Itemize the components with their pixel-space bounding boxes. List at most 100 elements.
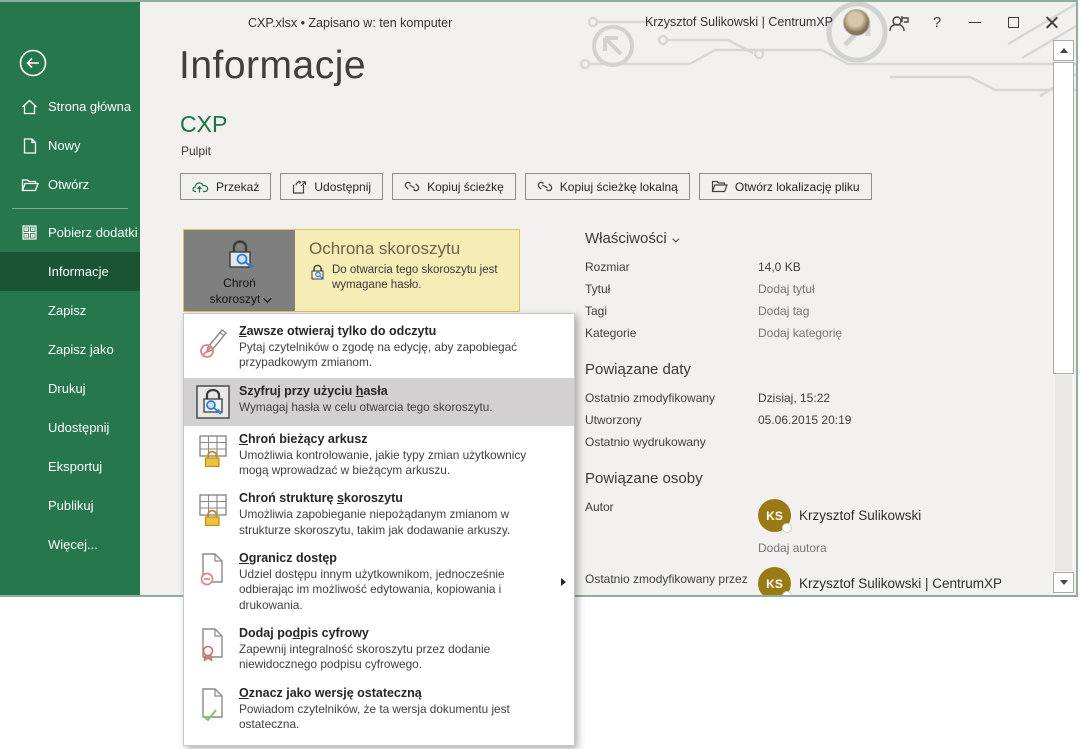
sidebar-item-zapisz[interactable]: Zapisz	[0, 291, 140, 330]
date-label: Utworzony	[585, 413, 758, 427]
menu-item-protect-workbook-structure[interactable]: Chroń strukturę skoroszytu Umożliwia zap…	[184, 485, 574, 545]
kopiuj-sciezke-lokalna-button[interactable]: Kopiuj ścieżkę lokalną	[525, 173, 690, 200]
date-value: 05.06.2015 20:19	[758, 413, 851, 427]
menu-item-description: Umożliwia zapobieganie niepożądanym zmia…	[239, 507, 555, 538]
author-avatar[interactable]: KS	[758, 499, 791, 532]
przekaz-button[interactable]: Przekaż	[180, 173, 271, 200]
chevron-down-icon	[264, 294, 272, 302]
modified-by-row: Ostatnio zmodyfikowany przez KS Krzyszto…	[585, 564, 1047, 597]
date-row: Ostatnio wydrukowany	[585, 431, 1047, 453]
presence-dot	[782, 523, 792, 533]
related-people-heading: Powiązane osoby	[585, 470, 1047, 487]
titlebar-controls: Krzysztof Sulikowski | CentrumXP ?	[645, 2, 1070, 42]
properties-heading[interactable]: Właściwości	[585, 230, 1047, 247]
submenu-arrow-icon	[561, 578, 566, 586]
mark-final-icon	[196, 686, 230, 721]
sidebar-item-nowy[interactable]: Nowy	[0, 126, 140, 165]
menu-item-description: Umożliwia kontrolowanie, jakie typy zmia…	[239, 448, 555, 479]
sidebar-item-label: Drukuj	[48, 381, 86, 396]
file-name: CXP	[180, 111, 227, 138]
menu-item-title: Dodaj podpis cyfrowy	[239, 626, 555, 640]
scroll-up-button[interactable]	[1053, 40, 1074, 61]
account-avatar-photo[interactable]	[843, 9, 870, 36]
related-dates-heading: Powiązane daty	[585, 361, 1047, 378]
scroll-up-icon	[1060, 48, 1068, 53]
share-contact-button[interactable]	[880, 8, 918, 36]
add-tag-field[interactable]: Dodaj tag	[758, 304, 809, 318]
protection-status: Ochrona skoroszytu Do otwarcia tego skor…	[295, 230, 519, 311]
protection-status-text: Do otwarcia tego skoroszytu jest wymagan…	[332, 263, 509, 293]
sidebar-item-label: Otwórz	[48, 177, 89, 192]
modified-by-label: Ostatnio zmodyfikowany przez	[585, 564, 758, 586]
button-label: Kopiuj ścieżkę	[427, 180, 504, 194]
sidebar-item-pobierz-dodatki[interactable]: Pobierz dodatki	[0, 213, 140, 252]
menu-item-protect-current-sheet[interactable]: Chroń bieżący arkusz Umożliwia kontrolow…	[184, 426, 574, 486]
share-contact-icon	[888, 13, 910, 32]
protect-sheet-icon	[196, 432, 230, 467]
author-name[interactable]: Krzysztof Sulikowski	[799, 508, 921, 523]
vertical-scrollbar[interactable]	[1053, 40, 1074, 595]
modified-by-person[interactable]: KS Krzysztof Sulikowski | CentrumXP	[758, 567, 1002, 597]
chron-skoroszyt-button[interactable]: Chroń skoroszyt	[184, 230, 295, 311]
modified-by-avatar[interactable]: KS	[758, 567, 791, 597]
file-actions-toolbar: Przekaż Udostępnij Kopiuj ścieżkę Kopiuj…	[180, 173, 872, 200]
sidebar-item-publikuj[interactable]: Publikuj	[0, 486, 140, 525]
sidebar-item-wiecej[interactable]: Więcej...	[0, 525, 140, 564]
scrollbar-track[interactable]	[1055, 375, 1072, 571]
add-category-field[interactable]: Dodaj kategorię	[758, 326, 842, 340]
share-icon	[292, 180, 307, 194]
menu-item-restrict-access[interactable]: Ogranicz dostęp Udziel dostępu innym uży…	[184, 545, 574, 620]
sidebar-item-udostepnij[interactable]: Udostępnij	[0, 408, 140, 447]
chron-skoroszyt-label: Chroń skoroszyt	[210, 276, 270, 307]
link-icon	[537, 181, 553, 192]
scrollbar-thumb[interactable]	[1053, 62, 1074, 374]
menu-item-mark-as-final[interactable]: Oznacz jako wersję ostateczną Powiadom c…	[184, 680, 574, 740]
presence-dot	[782, 591, 792, 597]
maximize-button[interactable]	[994, 8, 1032, 36]
sidebar-item-zapisz-jako[interactable]: Zapisz jako	[0, 330, 140, 369]
sidebar-divider	[12, 208, 128, 209]
menu-item-description: Wymagaj hasła w celu otwarcia tego skoro…	[239, 400, 555, 415]
otworz-lokalizacje-pliku-button[interactable]: Otwórz lokalizację pliku	[699, 173, 872, 200]
property-value: 14,0 KB	[758, 260, 801, 274]
add-author-field[interactable]: Dodaj autora	[758, 541, 1047, 555]
close-button[interactable]	[1032, 8, 1070, 36]
menu-item-description: Zapewnij integralność skoroszytu przez d…	[239, 642, 555, 673]
sidebar-item-label: Publikuj	[48, 498, 94, 513]
back-button[interactable]	[19, 49, 47, 77]
kopiuj-sciezke-button[interactable]: Kopiuj ścieżkę	[392, 173, 516, 200]
udostepnij-button[interactable]: Udostępnij	[280, 173, 383, 200]
menu-item-always-open-readonly[interactable]: Zawsze otwieraj tylko do odczytu Pytaj c…	[184, 318, 574, 378]
menu-item-add-digital-signature[interactable]: Dodaj podpis cyfrowy Zapewnij integralno…	[184, 620, 574, 680]
menu-item-description: Pytaj czytelników o zgodę na edycję, aby…	[239, 340, 555, 371]
chevron-down-icon	[672, 236, 679, 243]
open-folder-icon	[20, 178, 39, 192]
minimize-icon	[969, 22, 981, 23]
menu-item-title: Ogranicz dostęp	[239, 551, 550, 565]
scroll-down-button[interactable]	[1053, 572, 1074, 593]
menu-item-title: Szyfruj przy użyciu hasła	[239, 384, 555, 398]
modified-by-name[interactable]: Krzysztof Sulikowski | CentrumXP	[799, 576, 1002, 591]
minimize-button[interactable]	[956, 8, 994, 36]
account-name[interactable]: Krzysztof Sulikowski | CentrumXP	[645, 15, 833, 29]
date-row: Utworzony 05.06.2015 20:19	[585, 409, 1047, 431]
page-title: Informacje	[179, 44, 366, 88]
property-row: Tytuł Dodaj tytuł	[585, 278, 1047, 300]
sidebar-item-eksportuj[interactable]: Eksportuj	[0, 447, 140, 486]
add-title-field[interactable]: Dodaj tytuł	[758, 282, 815, 296]
menu-item-encrypt-with-password[interactable]: Szyfruj przy użyciu hasła Wymagaj hasła …	[184, 378, 574, 426]
sidebar-item-otworz[interactable]: Otwórz	[0, 165, 140, 204]
menu-item-description: Udziel dostępu innym użytkownikom, jedno…	[239, 567, 550, 613]
maximize-icon	[1008, 17, 1019, 28]
read-only-pencil-icon	[196, 324, 230, 359]
author-person[interactable]: KS Krzysztof Sulikowski	[758, 499, 921, 532]
sidebar-item-drukuj[interactable]: Drukuj	[0, 369, 140, 408]
sidebar-item-informacje[interactable]: Informacje	[0, 252, 140, 291]
help-button[interactable]: ?	[918, 8, 956, 36]
protect-workbook-menu: Zawsze otwieraj tylko do odczytu Pytaj c…	[183, 313, 575, 746]
protect-workbook-banner: Chroń skoroszyt Ochrona skoroszytu Do ot…	[183, 229, 520, 312]
property-row: Tagi Dodaj tag	[585, 300, 1047, 322]
sidebar-item-strona-glowna[interactable]: Strona główna	[0, 87, 140, 126]
button-label: Przekaż	[216, 180, 259, 194]
sidebar-item-label: Więcej...	[48, 537, 98, 552]
